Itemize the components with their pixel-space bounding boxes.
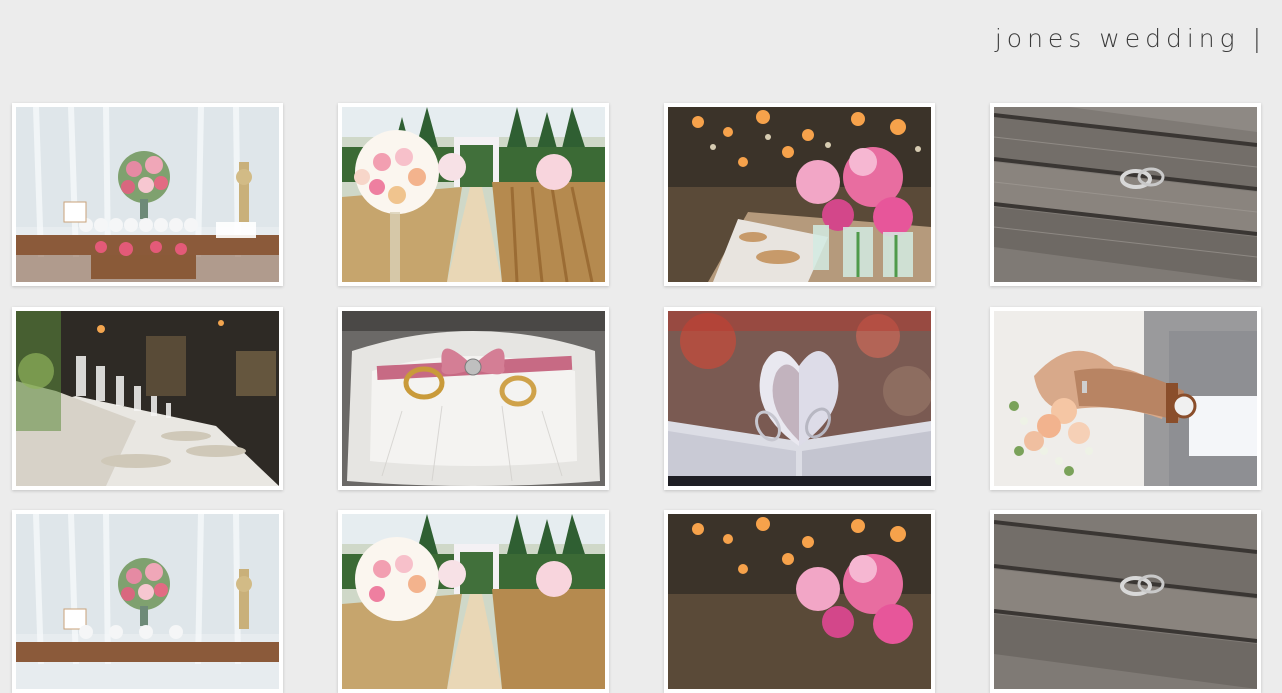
gallery-photo-couple-hands[interactable]: [990, 307, 1261, 490]
photo-image: [994, 514, 1257, 689]
gallery-photo-rings-pillow[interactable]: [338, 307, 609, 490]
gallery-photo-aisle-arch[interactable]: [338, 510, 609, 693]
photo-image: [994, 107, 1257, 282]
photo-image: [342, 311, 605, 486]
photo-image: [16, 311, 279, 486]
gallery-photo-reception-table[interactable]: [664, 510, 935, 693]
gallery-photo-aisle-arch[interactable]: [338, 103, 609, 286]
gallery-photo-dessert-table[interactable]: [12, 103, 283, 286]
gallery-photo-rings-wood[interactable]: [990, 103, 1261, 286]
photo-image: [342, 514, 605, 689]
photo-image: [668, 514, 931, 689]
photo-image: [668, 311, 931, 486]
photo-image: [994, 311, 1257, 486]
gallery-photo-dessert-table[interactable]: [12, 510, 283, 693]
gallery-photo-reception-table[interactable]: [664, 103, 935, 286]
site-title: jones wedding |: [994, 24, 1266, 53]
gallery-photo-banquet-table[interactable]: [12, 307, 283, 490]
photo-image: [668, 107, 931, 282]
photo-image: [16, 514, 279, 689]
photo-image: [16, 107, 279, 282]
gallery-photo-rings-wood[interactable]: [990, 510, 1261, 693]
photo-image: [342, 107, 605, 282]
gallery-photo-book-heart[interactable]: [664, 307, 935, 490]
